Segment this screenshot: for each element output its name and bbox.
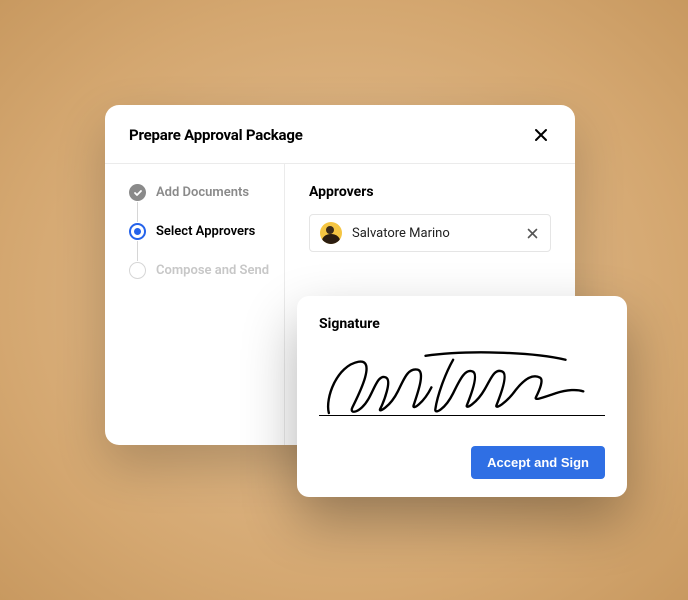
signature-actions: Accept and Sign xyxy=(319,446,605,479)
signature-pad[interactable] xyxy=(319,344,605,432)
step-connector xyxy=(137,241,138,261)
radio-active-icon xyxy=(129,223,146,240)
signature-heading: Signature xyxy=(319,316,605,332)
accept-sign-button[interactable]: Accept and Sign xyxy=(471,446,605,479)
signature-icon xyxy=(319,344,605,431)
signature-card: Signature Accept and Sign xyxy=(297,296,627,497)
approver-name: Salvatore Marino xyxy=(352,226,514,241)
step-label: Select Approvers xyxy=(156,224,255,239)
approvers-heading: Approvers xyxy=(309,184,551,200)
step-connector xyxy=(137,202,138,222)
step-label: Add Documents xyxy=(156,185,249,200)
avatar xyxy=(320,222,342,244)
modal-title: Prepare Approval Package xyxy=(129,126,303,144)
signature-baseline xyxy=(319,415,605,416)
step-select-approvers[interactable]: Select Approvers xyxy=(129,223,266,262)
check-icon xyxy=(129,184,146,201)
modal-header: Prepare Approval Package xyxy=(105,105,575,163)
close-icon[interactable] xyxy=(531,125,551,145)
stepper: Add Documents Select Approvers Compose a… xyxy=(105,164,285,445)
radio-empty-icon xyxy=(129,262,146,279)
step-label: Compose and Send xyxy=(156,263,269,278)
approver-row: Salvatore Marino xyxy=(309,214,551,252)
remove-approver-icon[interactable] xyxy=(524,225,540,241)
step-add-documents[interactable]: Add Documents xyxy=(129,184,266,223)
step-compose-send[interactable]: Compose and Send xyxy=(129,262,266,279)
